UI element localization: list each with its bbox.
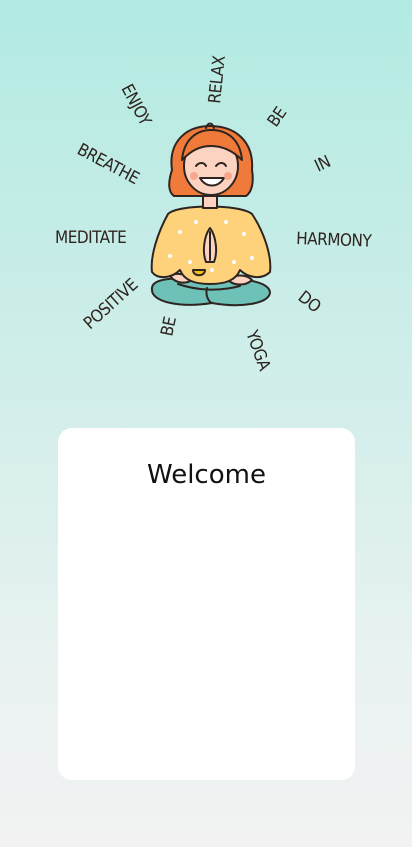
word-enjoy: ENJOY: [117, 81, 156, 130]
word-harmony: HARMONY: [296, 229, 373, 252]
word-positive: POSITIVE: [80, 275, 142, 334]
word-be-bottom: BE: [157, 315, 181, 338]
meditation-illustration: ENJOY RELAX BE BREATHE IN MEDITATE HARMO…: [55, 55, 373, 374]
word-yoga: YOGA: [241, 327, 274, 374]
word-breathe: BREATHE: [74, 140, 142, 189]
word-in: IN: [312, 152, 334, 176]
hero-illustration: ENJOY RELAX BE BREATHE IN MEDITATE HARMO…: [0, 0, 412, 400]
word-relax: RELAX: [205, 55, 230, 104]
word-meditate: MEDITATE: [55, 228, 126, 248]
word-be-top: BE: [264, 104, 291, 131]
meditating-girl-icon: [150, 122, 272, 307]
welcome-card: Welcome: [58, 428, 355, 780]
welcome-title: Welcome: [147, 460, 266, 490]
word-do: DO: [294, 287, 325, 317]
